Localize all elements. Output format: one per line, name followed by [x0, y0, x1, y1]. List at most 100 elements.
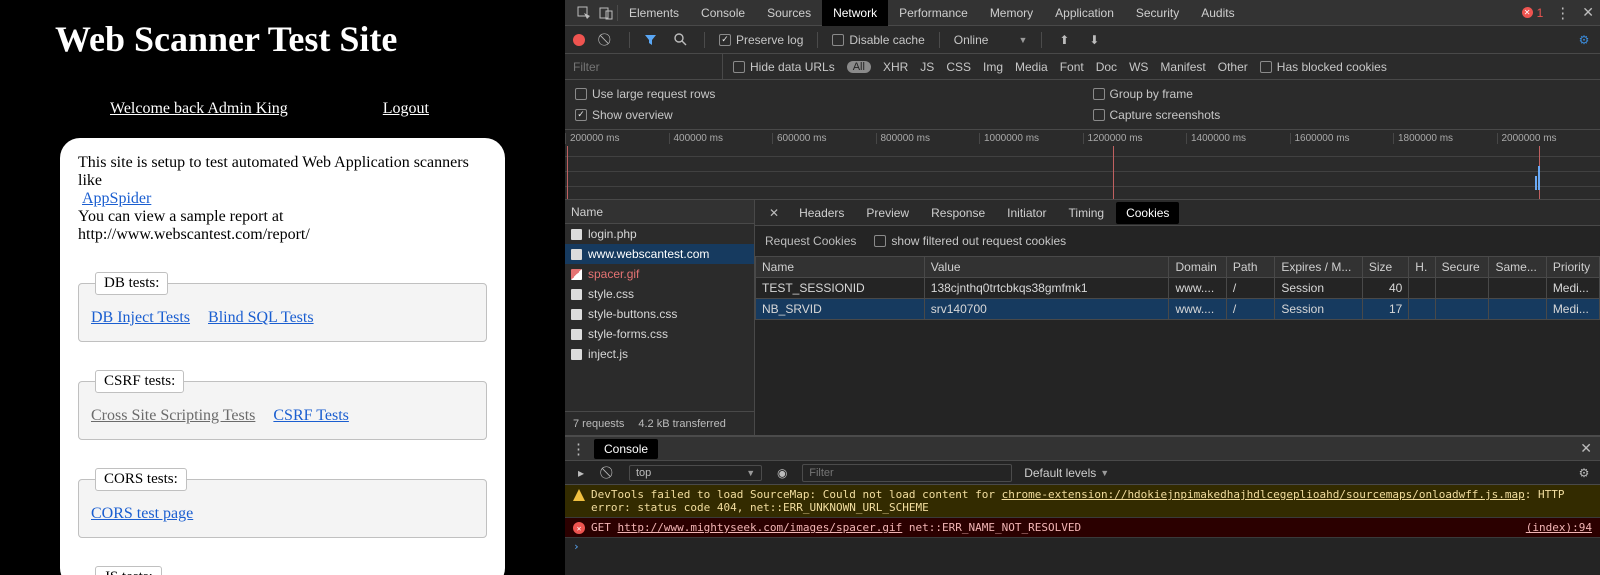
search-icon[interactable]	[674, 33, 690, 46]
record-icon[interactable]	[573, 34, 585, 46]
hide-data-urls-checkbox[interactable]: Hide data URLs	[733, 60, 835, 74]
appspider-link[interactable]: AppSpider	[82, 190, 151, 207]
tab-elements[interactable]: Elements	[618, 0, 690, 26]
filter-type-font[interactable]: Font	[1060, 60, 1084, 74]
error-count-badge[interactable]: ✕1	[1522, 6, 1544, 20]
throttling-select[interactable]: Online▼	[954, 33, 1028, 47]
inspect-icon[interactable]	[573, 6, 595, 20]
console-clear-icon[interactable]: ⃠	[601, 465, 617, 480]
console-prompt[interactable]: ›	[565, 538, 1600, 555]
js-tests-legend: JS tests:	[95, 566, 162, 575]
drawer-more-icon[interactable]: ⋮	[571, 440, 586, 458]
console-filter-input[interactable]	[802, 464, 1012, 482]
request-item[interactable]: login.php	[565, 224, 754, 244]
request-item[interactable]: spacer.gif	[565, 264, 754, 284]
upload-icon[interactable]: ⬆	[1056, 33, 1072, 47]
request-name: www.webscantest.com	[588, 247, 709, 261]
cookie-col-header[interactable]: Name	[756, 257, 925, 278]
db-inject-link[interactable]: DB Inject Tests	[91, 309, 190, 326]
preserve-log-checkbox[interactable]: Preserve log	[719, 33, 803, 47]
console-settings-icon[interactable]: ⚙	[1576, 466, 1592, 480]
request-item[interactable]: style-buttons.css	[565, 304, 754, 324]
cookie-col-header[interactable]: Domain	[1169, 257, 1226, 278]
tab-memory[interactable]: Memory	[979, 0, 1044, 26]
group-by-frame-checkbox[interactable]: Group by frame	[1093, 87, 1591, 101]
detail-tab-timing[interactable]: Timing	[1059, 202, 1115, 224]
filter-icon[interactable]	[644, 33, 660, 46]
console-sidebar-icon[interactable]: ▸	[573, 466, 589, 480]
filter-type-ws[interactable]: WS	[1129, 60, 1148, 74]
request-list-header[interactable]: Name	[565, 200, 754, 224]
device-icon[interactable]	[595, 6, 617, 20]
detail-tab-preview[interactable]: Preview	[856, 202, 919, 224]
cookie-row[interactable]: TEST_SESSIONID138cjnthq0trtcbkqs38gmfmk1…	[756, 278, 1600, 299]
filter-type-media[interactable]: Media	[1015, 60, 1048, 74]
tab-network[interactable]: Network	[822, 0, 888, 26]
more-icon[interactable]: ⋮	[1555, 4, 1570, 22]
network-timeline[interactable]: 200000 ms 400000 ms 600000 ms 800000 ms …	[565, 130, 1600, 200]
filter-type-css[interactable]: CSS	[946, 60, 971, 74]
filter-type-xhr[interactable]: XHR	[883, 60, 908, 74]
cookie-col-header[interactable]: Size	[1362, 257, 1408, 278]
hide-data-urls-label: Hide data URLs	[750, 60, 835, 74]
error-link[interactable]: http://www.mightyseek.com/images/spacer.…	[618, 521, 903, 534]
cookie-col-header[interactable]: Expires / M...	[1275, 257, 1363, 278]
request-item[interactable]: www.webscantest.com	[565, 244, 754, 264]
request-item[interactable]: style-forms.css	[565, 324, 754, 344]
tab-sources[interactable]: Sources	[756, 0, 822, 26]
log-levels-select[interactable]: Default levels▼	[1024, 466, 1109, 480]
filter-type-js[interactable]: JS	[920, 60, 934, 74]
detail-tab-cookies[interactable]: Cookies	[1116, 202, 1179, 224]
tab-audits[interactable]: Audits	[1190, 0, 1245, 26]
disable-cache-label: Disable cache	[849, 33, 924, 47]
detail-tab-headers[interactable]: Headers	[789, 202, 854, 224]
tab-application[interactable]: Application	[1044, 0, 1125, 26]
cors-page-link[interactable]: CORS test page	[91, 505, 193, 522]
timeline-tick: 1400000 ms	[1186, 133, 1290, 144]
cookie-col-header[interactable]: H.	[1409, 257, 1435, 278]
filter-type-doc[interactable]: Doc	[1096, 60, 1117, 74]
cookie-col-header[interactable]: Path	[1226, 257, 1275, 278]
settings-icon[interactable]: ⚙	[1576, 33, 1592, 47]
filter-type-img[interactable]: Img	[983, 60, 1003, 74]
close-icon[interactable]: ✕	[1582, 4, 1594, 21]
cookie-col-header[interactable]: Secure	[1435, 257, 1489, 278]
cookie-col-header[interactable]: Priority	[1546, 257, 1599, 278]
cookie-col-header[interactable]: Value	[924, 257, 1169, 278]
request-item[interactable]: inject.js	[565, 344, 754, 364]
request-item[interactable]: style.css	[565, 284, 754, 304]
warning-icon	[573, 489, 585, 501]
csrf-link[interactable]: CSRF Tests	[273, 407, 349, 424]
filter-input[interactable]	[565, 54, 722, 79]
detail-tab-initiator[interactable]: Initiator	[997, 202, 1056, 224]
welcome-link[interactable]: Welcome back Admin King	[110, 100, 288, 118]
file-icon	[571, 329, 582, 340]
capture-screenshots-checkbox[interactable]: Capture screenshots	[1093, 108, 1591, 122]
tab-performance[interactable]: Performance	[888, 0, 979, 26]
drawer-tab-console[interactable]: Console	[594, 439, 658, 459]
warning-link[interactable]: chrome-extension://hdokiejnpimakedhajhdl…	[1002, 488, 1525, 501]
disable-cache-checkbox[interactable]: Disable cache	[832, 33, 924, 47]
show-overview-checkbox[interactable]: Show overview	[575, 108, 1073, 122]
clear-icon[interactable]: ⃠	[599, 32, 615, 47]
has-blocked-checkbox[interactable]: Has blocked cookies	[1260, 60, 1387, 74]
logout-link[interactable]: Logout	[383, 100, 429, 118]
large-rows-checkbox[interactable]: Use large request rows	[575, 87, 1073, 101]
cookie-col-header[interactable]: Same...	[1489, 257, 1546, 278]
context-select[interactable]: top▼	[629, 465, 762, 481]
close-detail-icon[interactable]: ✕	[761, 206, 787, 220]
tab-console[interactable]: Console	[690, 0, 756, 26]
filter-type-all[interactable]: All	[847, 61, 871, 73]
tab-security[interactable]: Security	[1125, 0, 1190, 26]
detail-tab-response[interactable]: Response	[921, 202, 995, 224]
xss-link[interactable]: Cross Site Scripting Tests	[91, 407, 255, 424]
drawer-close-icon[interactable]: ✕	[1580, 440, 1592, 457]
blind-sql-link[interactable]: Blind SQL Tests	[208, 309, 314, 326]
show-filtered-checkbox[interactable]: show filtered out request cookies	[874, 234, 1066, 248]
live-expression-icon[interactable]: ◉	[774, 466, 790, 480]
error-source-link[interactable]: (index):94	[1526, 521, 1592, 534]
download-icon[interactable]: ⬇	[1086, 33, 1102, 47]
filter-type-manifest[interactable]: Manifest	[1160, 60, 1205, 74]
cookie-row[interactable]: NB_SRVIDsrv140700www..../Session17Medi..…	[756, 299, 1600, 320]
filter-type-other[interactable]: Other	[1218, 60, 1248, 74]
